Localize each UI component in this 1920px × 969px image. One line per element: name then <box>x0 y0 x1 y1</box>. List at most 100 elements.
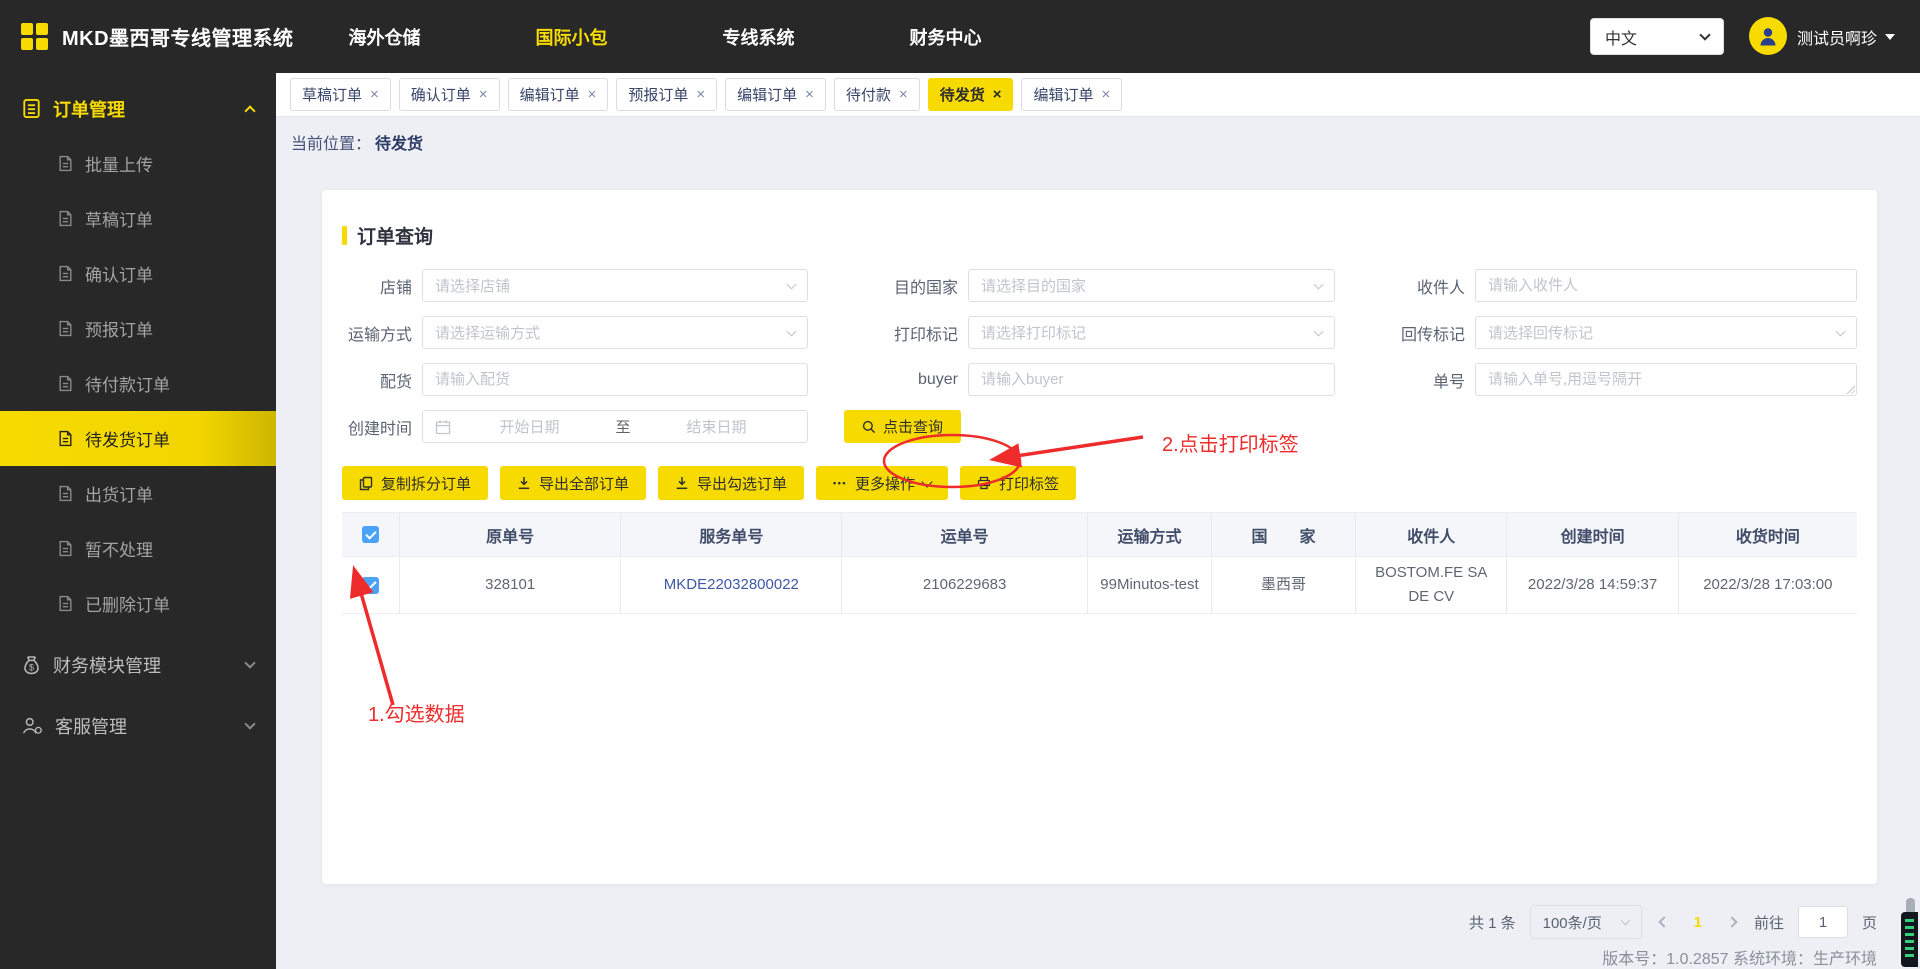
export-all-orders-button[interactable]: 导出全部订单 <box>500 466 647 500</box>
avatar[interactable] <box>1749 17 1787 55</box>
order-no-textarea[interactable] <box>1488 371 1844 388</box>
page-size-select[interactable]: 100条/页 <box>1529 905 1642 939</box>
user-icon <box>1760 28 1776 46</box>
order-query-card: 订单查询 店铺 请选择店铺 目的国家 请选择目的国家 收件人 请输入收件人 运输… <box>322 190 1877 884</box>
receiver-input-wrap <box>1475 269 1857 302</box>
sidebar-group-finance-module[interactable]: $ 财务模块管理 <box>0 637 276 692</box>
prev-page-button[interactable] <box>1656 914 1672 930</box>
created-date-range[interactable]: 开始日期 至 结束日期 <box>422 410 808 443</box>
open-tabs-bar: 草稿订单 × 确认订单 × 编辑订单 × 预报订单 × 编辑订单 × 待付款 × 待发货 × … <box>276 73 1920 117</box>
tab-confirmed-orders[interactable]: 确认订单 × <box>398 78 500 111</box>
tab-pending-shipment[interactable]: 待发货 × <box>927 78 1014 111</box>
cell-transport: 99Minutos-test <box>1087 556 1213 614</box>
svg-text:$: $ <box>29 662 34 672</box>
top-header: MKD墨西哥专线管理系统 海外仓储 国际小包 专线系统 财务中心 中文 测试员啊… <box>0 0 1920 73</box>
tab-edit-order-2[interactable]: 编辑订单 × <box>725 78 826 111</box>
sidebar-item-batch-upload[interactable]: 批量上传 <box>0 136 276 191</box>
cell-origin-no: 328101 <box>399 556 622 614</box>
pagination: 共 1 条 100条/页 1 前往 页 <box>276 905 1877 939</box>
nav-international-parcel[interactable]: 国际小包 <box>536 24 608 50</box>
next-page-button[interactable] <box>1724 914 1740 930</box>
print-mark-label: 打印标记 <box>893 326 958 344</box>
buyer-input[interactable] <box>981 371 1322 388</box>
document-icon <box>59 375 72 392</box>
language-select[interactable]: 中文 <box>1590 18 1724 55</box>
country-placeholder: 请选择目的国家 <box>981 278 1087 295</box>
close-icon[interactable]: × <box>696 87 705 102</box>
close-icon[interactable]: × <box>588 87 597 102</box>
close-icon[interactable]: × <box>805 87 814 102</box>
tab-edit-order-1[interactable]: 编辑订单 × <box>507 78 609 111</box>
col-receiver: 收件人 <box>1355 512 1508 557</box>
page-size-value: 100条/页 <box>1542 914 1602 932</box>
sidebar-item-pending-shipment-orders[interactable]: 待发货订单 <box>0 411 276 466</box>
copy-split-order-button[interactable]: 复制拆分订单 <box>342 466 489 500</box>
button-label: 导出勾选订单 <box>697 475 788 493</box>
close-icon[interactable]: × <box>993 87 1002 102</box>
export-checked-orders-button[interactable]: 导出勾选订单 <box>658 466 805 500</box>
title-accent-bar <box>342 226 347 245</box>
col-country: 国 家 <box>1211 512 1356 557</box>
return-mark-select[interactable]: 请选择回传标记 <box>1475 316 1857 349</box>
row-checkbox[interactable] <box>362 576 380 594</box>
user-name: 测试员啊珍 <box>1797 30 1878 48</box>
sidebar-item-shipped-orders[interactable]: 出货订单 <box>0 466 276 521</box>
sidebar-group-order-management[interactable]: 订单管理 <box>0 81 276 136</box>
tab-label: 编辑订单 <box>519 87 580 104</box>
current-page[interactable]: 1 <box>1686 914 1710 931</box>
app-logo-grid-icon[interactable] <box>21 23 48 50</box>
chevron-down-icon <box>1313 279 1324 289</box>
more-actions-button[interactable]: ••• 更多操作 <box>816 466 949 500</box>
print-mark-select[interactable]: 请选择打印标记 <box>968 316 1335 349</box>
sidebar-item-label: 暂不处理 <box>85 541 153 560</box>
col-origin-no: 原单号 <box>399 512 622 557</box>
col-received-at: 收货时间 <box>1678 512 1857 557</box>
close-icon[interactable]: × <box>479 87 488 102</box>
sidebar-group-customer-service[interactable]: 客服管理 <box>0 698 276 753</box>
browser-extension-widget[interactable] <box>1901 912 1918 967</box>
tab-forecast-orders[interactable]: 预报订单 × <box>616 78 718 111</box>
chevron-down-icon <box>921 475 933 488</box>
close-icon[interactable]: × <box>899 87 908 102</box>
toolbar: 复制拆分订单 导出全部订单 导出勾选订单 ••• 更多操作 打印标签 <box>342 466 1857 500</box>
user-menu[interactable]: 测试员啊珍 <box>1797 0 1896 73</box>
allocation-input[interactable] <box>435 371 795 388</box>
sidebar-item-label: 预报订单 <box>85 321 153 340</box>
select-all-checkbox[interactable] <box>362 526 380 543</box>
chevron-down-icon <box>786 279 797 289</box>
resize-handle[interactable] <box>1845 384 1855 394</box>
query-button[interactable]: 点击查询 <box>844 410 962 443</box>
sidebar: 订单管理 批量上传 草稿订单 确认订单 预报订单 待付款订单 待发货订单 出货订… <box>0 73 276 969</box>
nav-finance-center[interactable]: 财务中心 <box>910 24 982 50</box>
sidebar-item-on-hold[interactable]: 暂不处理 <box>0 521 276 576</box>
breadcrumb: 当前位置： 待发货 <box>276 117 1920 167</box>
goto-page-input[interactable] <box>1797 906 1848 938</box>
sidebar-item-deleted-orders[interactable]: 已删除订单 <box>0 576 276 631</box>
chevron-down-icon <box>244 718 256 730</box>
service-no-link[interactable]: MKDE22032800022 <box>664 576 799 593</box>
printer-icon <box>977 476 991 490</box>
button-label: 导出全部订单 <box>539 475 630 493</box>
close-icon[interactable]: × <box>1101 87 1110 102</box>
tab-label: 草稿订单 <box>302 87 363 104</box>
buyer-input-wrap <box>968 363 1335 396</box>
tab-edit-order-3[interactable]: 编辑订单 × <box>1021 78 1123 111</box>
shop-select[interactable]: 请选择店铺 <box>422 269 808 302</box>
sidebar-item-label: 确认订单 <box>85 266 153 285</box>
country-select[interactable]: 请选择目的国家 <box>968 269 1335 302</box>
close-icon[interactable]: × <box>370 87 379 102</box>
print-label-button[interactable]: 打印标签 <box>960 466 1077 500</box>
app-title: MKD墨西哥专线管理系统 <box>62 28 294 50</box>
sidebar-item-pending-payment-orders[interactable]: 待付款订单 <box>0 356 276 411</box>
tab-pending-payment[interactable]: 待付款 × <box>833 78 920 111</box>
nav-dedicated-line[interactable]: 专线系统 <box>723 24 795 50</box>
tab-draft-orders[interactable]: 草稿订单 × <box>290 78 391 111</box>
sidebar-item-confirmed-orders[interactable]: 确认订单 <box>0 246 276 301</box>
sidebar-item-draft-orders[interactable]: 草稿订单 <box>0 191 276 246</box>
nav-overseas-warehouse[interactable]: 海外仓储 <box>349 24 421 50</box>
transport-select[interactable]: 请选择运输方式 <box>422 316 808 349</box>
sidebar-item-forecast-orders[interactable]: 预报订单 <box>0 301 276 356</box>
top-nav: 海外仓储 国际小包 专线系统 财务中心 <box>349 24 982 50</box>
receiver-input[interactable] <box>1488 277 1844 294</box>
document-icon <box>59 155 72 172</box>
